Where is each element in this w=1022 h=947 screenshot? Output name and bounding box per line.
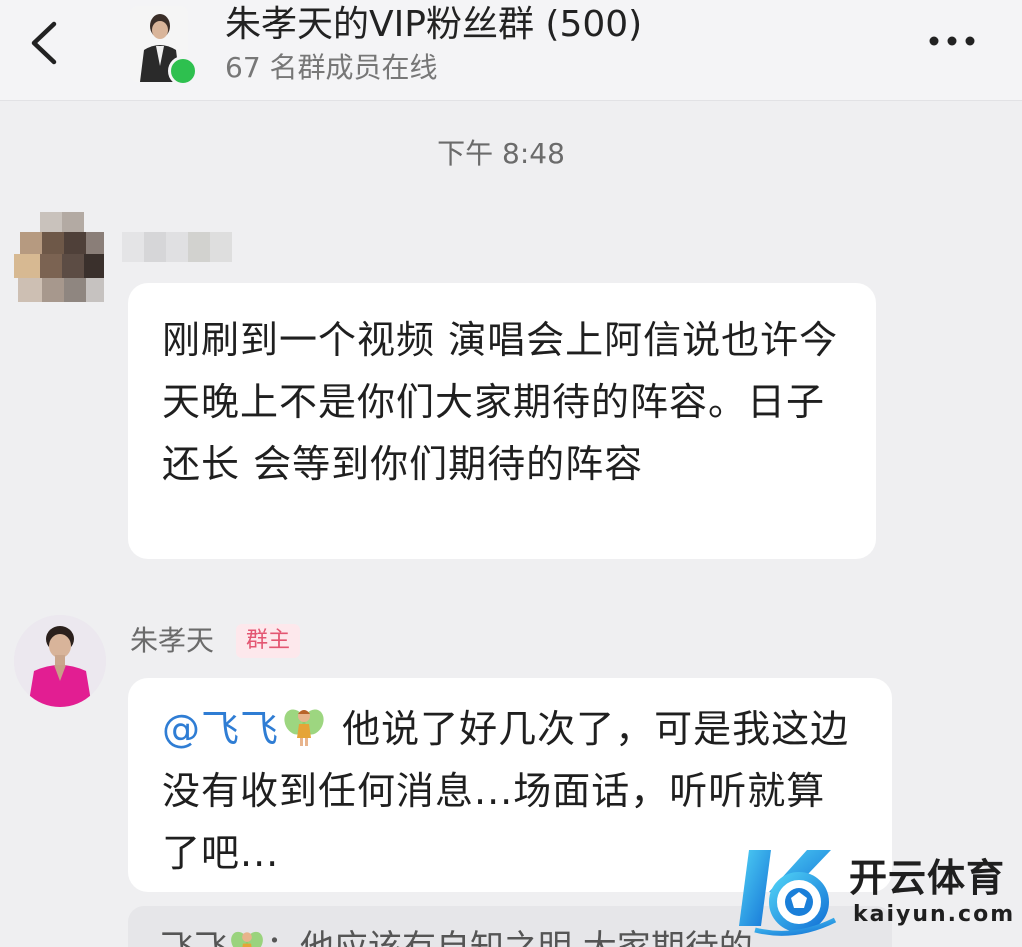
message-timestamp: 下午 8:48 xyxy=(437,137,565,170)
more-options-button[interactable] xyxy=(922,22,982,58)
chevron-left-icon xyxy=(31,21,57,65)
blurred-avatar[interactable] xyxy=(12,212,106,312)
watermark: 开云体育 kaiyun.com xyxy=(735,840,1015,940)
message-bubble[interactable]: 刚刷到一个视频 演唱会上阿信说也许今天晚上不是你们大家期待的阵容。日子还长 会等… xyxy=(128,283,876,559)
mention-link[interactable]: @飞飞 xyxy=(162,707,279,751)
group-title: 朱孝天的VIP粉丝群 (500) xyxy=(225,4,643,45)
more-horizontal-icon xyxy=(929,36,975,46)
sender-name[interactable]: 朱孝天 xyxy=(130,622,214,660)
fairy-emoji-icon xyxy=(283,706,325,748)
group-owner-badge: 群主 xyxy=(236,624,301,658)
quoted-text: 飞飞 ：他应该有自知之明 大家期待的 xyxy=(160,926,753,947)
back-button[interactable] xyxy=(22,18,66,68)
online-status-dot xyxy=(168,56,198,86)
online-member-count: 67 名群成员在线 xyxy=(225,51,438,84)
kaiyun-logo-icon xyxy=(735,840,843,936)
fairy-emoji-icon xyxy=(230,929,264,947)
blurred-sender-name xyxy=(122,228,232,266)
message-text: 刚刷到一个视频 演唱会上阿信说也许今天晚上不是你们大家期待的阵容。日子还长 会等… xyxy=(162,318,839,486)
chat-header: 朱孝天的VIP粉丝群 (500) 67 名群成员在线 xyxy=(0,0,1022,101)
chat-screen: 朱孝天的VIP粉丝群 (500) 67 名群成员在线 下午 8:48 刚刷到一个… xyxy=(0,0,1022,947)
watermark-domain: kaiyun.com xyxy=(853,902,1016,927)
owner-avatar[interactable] xyxy=(14,615,106,707)
quoted-sender: 飞飞 xyxy=(160,928,228,947)
quoted-message: ：他应该有自知之明 大家期待的 xyxy=(266,928,753,947)
watermark-brand: 开云体育 xyxy=(849,856,1006,900)
